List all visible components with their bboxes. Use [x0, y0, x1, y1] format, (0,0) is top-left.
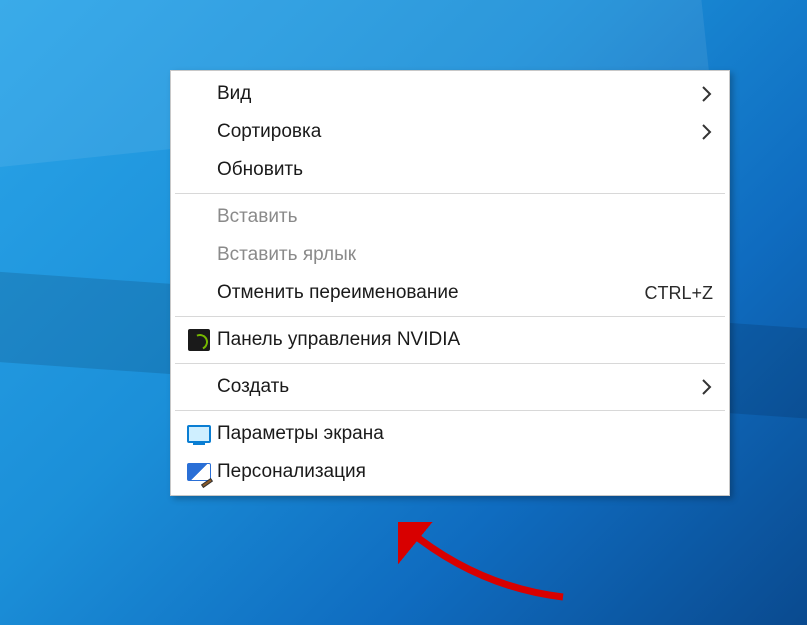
menu-item-personalize[interactable]: Персонализация	[173, 453, 727, 491]
menu-item-paste-shortcut: Вставить ярлык	[173, 236, 727, 274]
menu-item-label: Вставить	[217, 206, 689, 228]
menu-item-new[interactable]: Создать	[173, 368, 727, 406]
menu-item-undo-rename[interactable]: Отменить переименование CTRL+Z	[173, 274, 727, 312]
menu-separator	[175, 363, 725, 364]
icon-slot	[181, 158, 217, 182]
chevron-right-icon	[689, 123, 713, 141]
annotation-arrow-icon	[398, 522, 568, 602]
menu-item-sort[interactable]: Сортировка	[173, 113, 727, 151]
menu-item-nvidia[interactable]: Панель управления NVIDIA	[173, 321, 727, 359]
icon-slot	[181, 281, 217, 305]
menu-item-view[interactable]: Вид	[173, 75, 727, 113]
nvidia-icon	[181, 328, 217, 352]
display-icon	[181, 422, 217, 446]
icon-slot	[181, 243, 217, 267]
personalize-icon	[181, 460, 217, 484]
menu-separator	[175, 410, 725, 411]
menu-item-accelerator: CTRL+Z	[624, 283, 713, 304]
icon-slot	[181, 205, 217, 229]
menu-item-label: Параметры экрана	[217, 423, 689, 445]
menu-item-label: Обновить	[217, 159, 689, 181]
menu-item-label: Отменить переименование	[217, 282, 624, 304]
menu-item-display-settings[interactable]: Параметры экрана	[173, 415, 727, 453]
menu-item-paste: Вставить	[173, 198, 727, 236]
menu-item-label: Панель управления NVIDIA	[217, 329, 689, 351]
menu-item-label: Вид	[217, 83, 689, 105]
chevron-right-icon	[689, 85, 713, 103]
icon-slot	[181, 120, 217, 144]
menu-item-label: Персонализация	[217, 461, 689, 483]
menu-separator	[175, 316, 725, 317]
menu-item-label: Вставить ярлык	[217, 244, 689, 266]
chevron-right-icon	[689, 378, 713, 396]
icon-slot	[181, 375, 217, 399]
menu-item-refresh[interactable]: Обновить	[173, 151, 727, 189]
menu-item-label: Создать	[217, 376, 689, 398]
icon-slot	[181, 82, 217, 106]
menu-separator	[175, 193, 725, 194]
menu-item-label: Сортировка	[217, 121, 689, 143]
desktop-context-menu: Вид Сортировка Обновить Вставить Вставит…	[170, 70, 730, 496]
